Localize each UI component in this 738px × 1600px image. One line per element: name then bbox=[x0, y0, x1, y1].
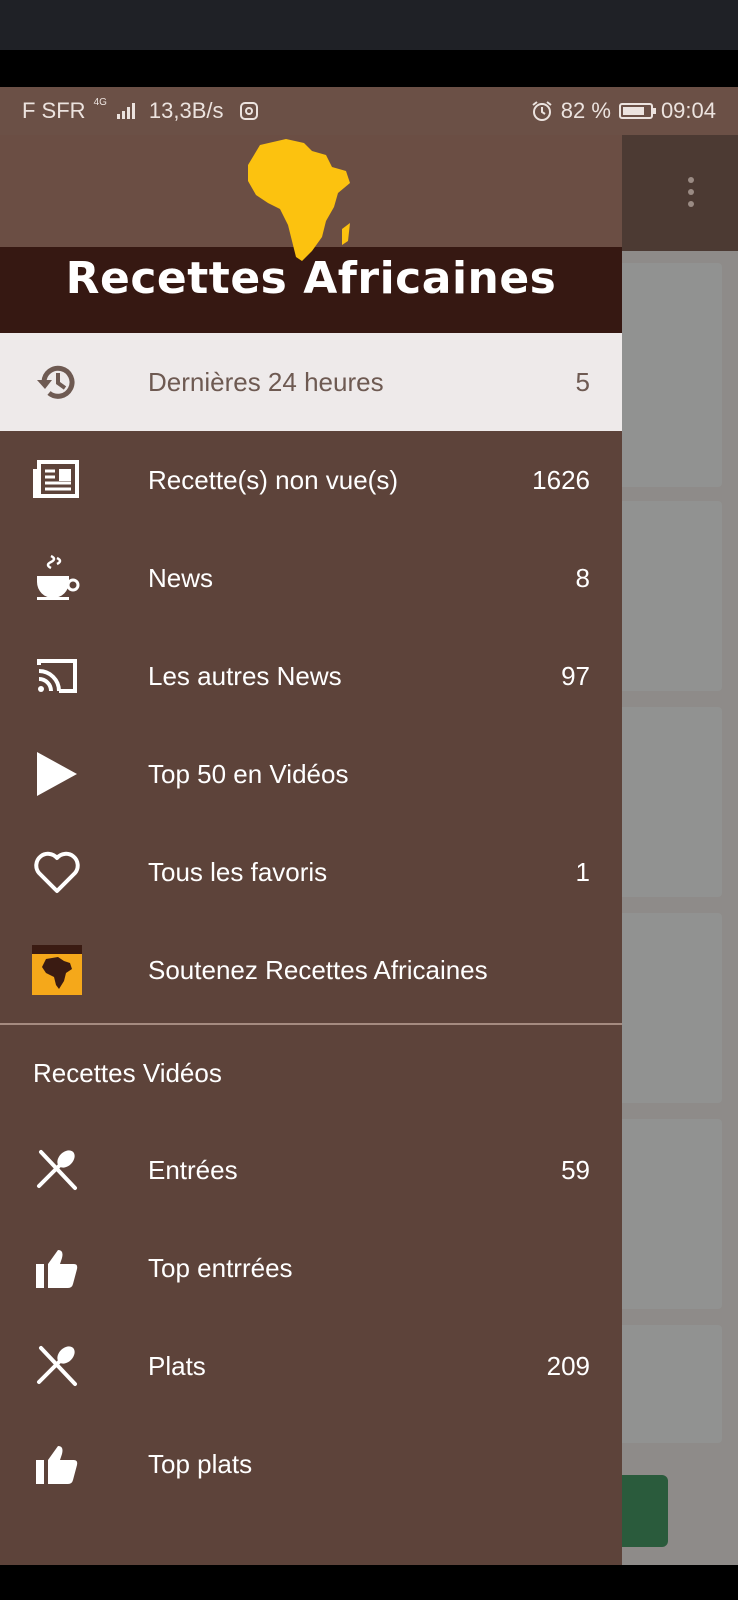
drawer-item-dernieres-24-heures[interactable]: Dernières 24 heures 5 bbox=[0, 333, 622, 431]
network-type-label: 4G bbox=[93, 97, 107, 108]
drawer-item-label: Top 50 en Vidéos bbox=[148, 758, 349, 789]
drawer-item-label: Soutenez Recettes Africaines bbox=[148, 954, 488, 985]
thumbs-up-icon bbox=[32, 1243, 82, 1293]
background-action-button[interactable] bbox=[622, 1475, 668, 1547]
background-card bbox=[622, 913, 722, 1103]
newspaper-icon bbox=[32, 455, 82, 505]
drawer-item-top-entrrees[interactable]: Top entrrées bbox=[0, 1219, 622, 1317]
drawer-item-count: 8 bbox=[575, 562, 590, 593]
drawer-main-list: Dernières 24 heures 5 Recette(s) non vue(s… bbox=[0, 333, 622, 1019]
coffee-cup-icon bbox=[32, 553, 82, 603]
drawer-item-label: Recette(s) non vue(s) bbox=[148, 464, 398, 495]
drawer-item-label: Top entrrées bbox=[148, 1252, 293, 1283]
background-card bbox=[622, 263, 722, 487]
drawer-item-plats[interactable]: Plats 209 bbox=[0, 1317, 622, 1415]
thumbs-up-icon bbox=[32, 1439, 82, 1489]
drawer-item-recette-s-non-vue-s[interactable]: Recette(s) non vue(s) 1626 bbox=[0, 431, 622, 529]
drawer-item-top-50-en-videos[interactable]: Top 50 en Vidéos bbox=[0, 725, 622, 823]
drawer-item-count: 209 bbox=[546, 1350, 590, 1381]
drawer-header: Recettes Africaines bbox=[0, 135, 622, 333]
network-speed: 13,3B/s bbox=[148, 98, 224, 123]
drawer-item-news[interactable]: News 8 bbox=[0, 529, 622, 627]
notch-gap bbox=[0, 50, 738, 87]
overflow-menu-icon[interactable] bbox=[688, 177, 694, 213]
utensils-icon bbox=[32, 1145, 82, 1195]
brand-title: Recettes Africaines bbox=[65, 253, 557, 304]
drawer-item-label: Top plats bbox=[148, 1448, 253, 1479]
drawer-item-count: 59 bbox=[561, 1154, 590, 1185]
background-card bbox=[622, 501, 722, 691]
alarm-icon bbox=[532, 101, 552, 121]
utensils-icon bbox=[32, 1341, 82, 1391]
drawer-item-label: Dernières 24 heures bbox=[148, 366, 384, 397]
drawer-item-count: 1 bbox=[575, 856, 590, 887]
cast-icon bbox=[32, 651, 82, 701]
drawer-item-label: Tous les favoris bbox=[148, 856, 328, 887]
heart-icon bbox=[32, 847, 82, 897]
drawer-item-les-autres-news[interactable]: Les autres News 97 bbox=[0, 627, 622, 725]
signal-icon bbox=[116, 103, 135, 119]
battery-percent: 82 % bbox=[560, 98, 611, 123]
drawer-item-soutenez-recettes-africaines[interactable]: Soutenez Recettes Africaines bbox=[0, 921, 622, 1019]
drawer-item-entrees[interactable]: Entrées 59 bbox=[0, 1121, 622, 1219]
app-logo-icon bbox=[32, 945, 82, 995]
drawer-video-list: Entrées 59 Top entrrées Plats 209 Top plats bbox=[0, 1121, 622, 1513]
background-card bbox=[622, 1119, 722, 1309]
drawer-item-tous-les-favoris[interactable]: Tous les favoris 1 bbox=[0, 823, 622, 921]
background-toolbar bbox=[622, 135, 738, 251]
system-top-bar bbox=[0, 0, 738, 50]
section-title: Recettes Vidéos bbox=[33, 1057, 222, 1088]
drawer-item-count: 97 bbox=[561, 660, 590, 691]
clock: 09:04 bbox=[660, 98, 716, 123]
background-card bbox=[622, 1325, 722, 1443]
system-bottom-bar bbox=[0, 1565, 738, 1600]
background-app bbox=[622, 135, 738, 1565]
instagram-icon bbox=[239, 102, 258, 120]
drawer-item-label: Plats bbox=[148, 1350, 206, 1381]
status-left: F SFR 4G 13,3B/s bbox=[22, 98, 258, 124]
battery-icon bbox=[618, 103, 656, 119]
drawer-item-count: 1626 bbox=[532, 464, 590, 495]
carrier-label: F SFR bbox=[22, 98, 86, 123]
play-icon bbox=[32, 749, 82, 799]
background-card bbox=[622, 707, 722, 897]
drawer-item-label: Les autres News bbox=[148, 660, 342, 691]
history-icon bbox=[32, 357, 82, 407]
status-bar: F SFR 4G 13,3B/s 82 % 09:04 bbox=[0, 87, 738, 135]
drawer-item-label: News bbox=[148, 562, 214, 593]
navigation-drawer: Recettes Africaines Dernières 24 heures 5… bbox=[0, 135, 622, 1565]
drawer-item-label: Entrées bbox=[148, 1154, 238, 1185]
status-right: 82 % 09:04 bbox=[531, 98, 716, 124]
drawer-item-top-plats[interactable]: Top plats bbox=[0, 1415, 622, 1513]
africa-map-logo bbox=[248, 139, 350, 261]
drawer-item-count: 5 bbox=[575, 366, 590, 397]
